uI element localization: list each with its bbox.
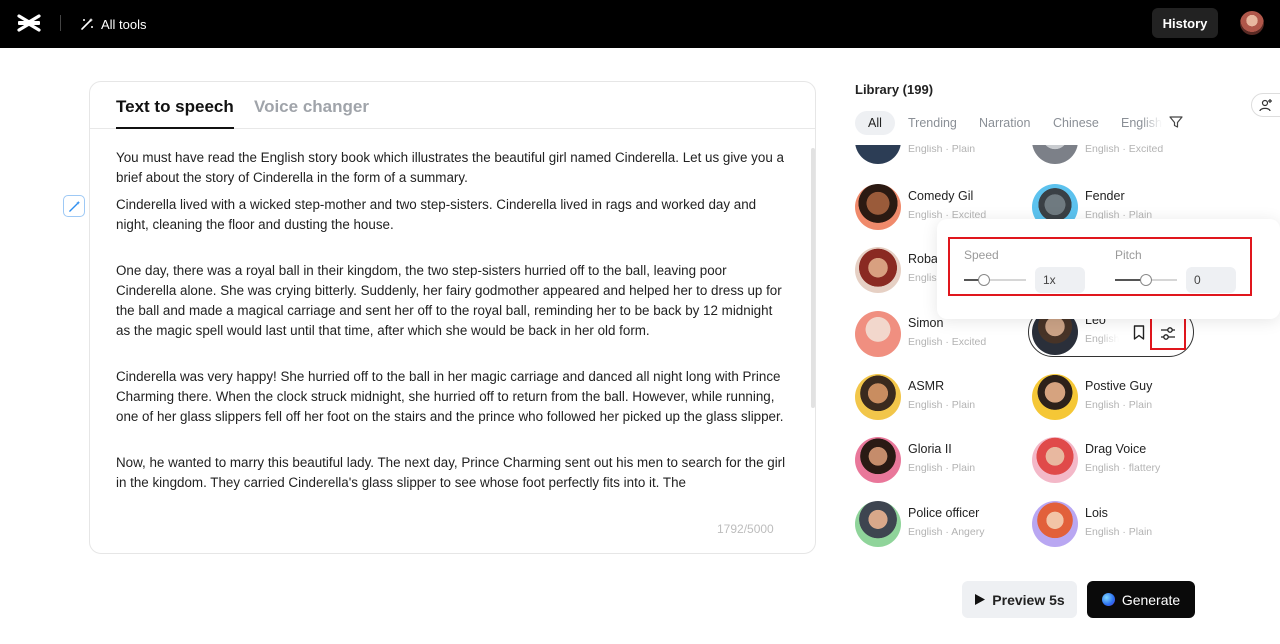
paragraph: Cinderella lived with a wicked step-moth… (116, 197, 757, 232)
voice-card[interactable]: Postive Guy English · Plain (1032, 374, 1192, 422)
preview-label: Preview 5s (992, 591, 1065, 608)
divider (60, 15, 61, 31)
upload-voice-button[interactable] (1251, 93, 1280, 117)
pitch-slider[interactable] (1115, 274, 1177, 286)
script-textarea[interactable]: You must have read the English story boo… (116, 148, 788, 530)
ai-rewrite-button[interactable] (63, 195, 85, 217)
voice-card[interactable]: English · Excited (1032, 145, 1192, 166)
all-tools-button[interactable]: All tools (80, 14, 147, 34)
speed-slider[interactable] (964, 274, 1026, 286)
magic-wand-icon (81, 18, 93, 30)
voice-meta: English · Plain (908, 145, 976, 155)
voice-name: Roba (908, 252, 938, 266)
history-button[interactable]: History (1152, 8, 1218, 38)
voice-meta: English (1085, 333, 1120, 345)
ai-orb-icon (1101, 593, 1115, 606)
voice-avatar (1032, 374, 1078, 420)
library-title: Library (199) (855, 82, 934, 97)
tab-text-to-speech[interactable]: Text to speech (116, 97, 234, 129)
voice-meta: English · flattery (1085, 462, 1161, 474)
paragraph: Cinderella was very happy! She hurried o… (116, 369, 784, 424)
speed-label: Speed (964, 248, 999, 262)
voice-avatar (855, 184, 901, 230)
filter-all[interactable]: All (855, 111, 895, 135)
voice-meta: English · Plain (1085, 526, 1153, 538)
voice-meta: English · Plain (908, 462, 976, 474)
settings-sliders-icon[interactable] (1160, 326, 1176, 341)
voice-meta: English · Excited (908, 336, 987, 348)
voice-card[interactable]: Lois English · Plain (1032, 501, 1192, 549)
voice-avatar (855, 311, 901, 357)
capcut-logo-icon[interactable] (17, 12, 41, 34)
voice-avatar (1032, 145, 1078, 164)
paragraph: Now, he wanted to marry this beautiful l… (116, 455, 786, 490)
filter-trending[interactable]: Trending (908, 111, 957, 135)
voice-meta: English · Angery (908, 526, 985, 538)
upload-user-icon (1259, 99, 1272, 112)
text-editor-card: Text to speech Voice changer You must ha… (89, 81, 816, 554)
speed-value-input[interactable]: 1x (1035, 267, 1085, 293)
voice-name: Drag Voice (1085, 442, 1147, 456)
voice-card[interactable]: English · Plain (855, 145, 1015, 166)
tab-voice-changer[interactable]: Voice changer (254, 97, 369, 117)
voice-meta: English · Plain (908, 399, 976, 411)
filter-chinese[interactable]: Chinese (1053, 111, 1099, 135)
voice-avatar (855, 145, 901, 164)
filter-icon[interactable] (1169, 115, 1183, 129)
voice-grid: English · Plain English · Excited Comedy… (855, 145, 1195, 555)
voice-name: Simon (908, 316, 944, 330)
voice-settings-popover: Speed 1x Pitch 0 (937, 219, 1280, 319)
voice-name: Comedy Gil (908, 189, 974, 203)
voice-name: Postive Guy (1085, 379, 1153, 393)
filter-english[interactable]: English (1121, 111, 1162, 135)
bookmark-icon[interactable] (1133, 325, 1145, 340)
mode-tabs: Text to speech Voice changer (90, 82, 815, 129)
generate-button[interactable]: Generate (1087, 581, 1195, 618)
user-avatar[interactable] (1240, 11, 1264, 35)
voice-card[interactable]: Drag Voice English · flattery (1032, 437, 1192, 485)
magic-wand-icon (68, 200, 80, 212)
voice-name: Gloria II (908, 442, 952, 456)
top-bar: All tools History (0, 0, 1280, 48)
filter-narration[interactable]: Narration (979, 111, 1030, 135)
generate-label: Generate (1121, 591, 1181, 608)
voice-filter-tabs: All Trending Narration Chinese English (855, 111, 1173, 135)
slider-knob[interactable] (978, 274, 991, 286)
preview-button[interactable]: Preview 5s (962, 581, 1077, 618)
voice-avatar (855, 437, 901, 483)
slider-knob[interactable] (1140, 274, 1152, 286)
play-icon (975, 594, 986, 605)
voice-card[interactable]: ASMR English · Plain (855, 374, 1015, 422)
voice-avatar (855, 247, 901, 293)
voice-avatar (855, 374, 901, 420)
pitch-label: Pitch (1115, 248, 1142, 262)
voice-card[interactable]: Police officer English · Angery (855, 501, 1015, 549)
voice-card[interactable]: Gloria II English · Plain (855, 437, 1015, 485)
paragraph: You must have read the English story boo… (116, 150, 784, 185)
voice-name: ASMR (908, 379, 945, 393)
voice-avatar (1032, 437, 1078, 483)
voice-avatar (1032, 501, 1078, 547)
voice-avatar (855, 501, 901, 547)
voice-name: Lois (1085, 506, 1108, 520)
paragraph: One day, there was a royal ball in their… (116, 263, 782, 338)
voice-meta: English · Plain (1085, 399, 1153, 411)
all-tools-label: All tools (101, 16, 147, 32)
editor-scrollbar[interactable] (811, 148, 815, 408)
voice-meta: English · Excited (1085, 145, 1164, 155)
character-count: 1792/5000 (717, 522, 774, 536)
voice-name: Police officer (908, 506, 980, 520)
voice-name: Fender (1085, 189, 1125, 203)
pitch-value-input[interactable]: 0 (1186, 267, 1236, 293)
